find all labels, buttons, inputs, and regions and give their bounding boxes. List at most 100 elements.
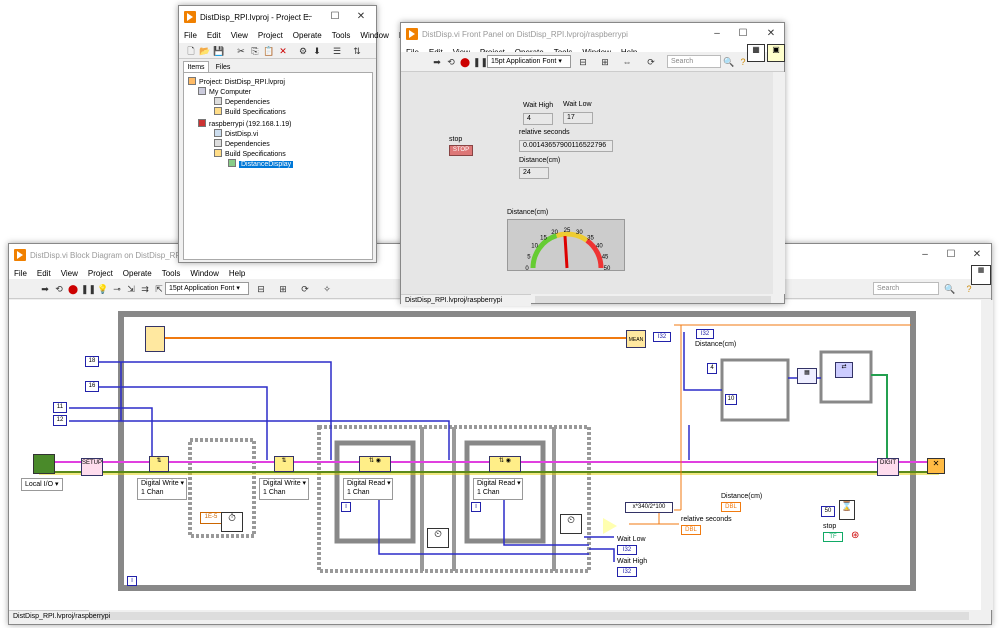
stop-button[interactable]: STOP (449, 145, 473, 156)
distance-fp-indicator[interactable]: 24 (519, 167, 549, 179)
close-button[interactable]: ✕ (963, 244, 991, 266)
stop-condition-icon[interactable]: ⊛ (851, 530, 863, 542)
const-4[interactable]: 4 (707, 363, 717, 374)
menu-tools[interactable]: Tools (157, 269, 186, 278)
step-out-icon[interactable]: ⇱ (153, 283, 165, 295)
relative-seconds-fp-indicator[interactable]: 0.00143657900116522796 (519, 140, 613, 152)
block-vscroll[interactable] (981, 300, 993, 610)
fp-abort-icon[interactable]: ⬤ (459, 56, 471, 68)
const-11[interactable]: 11 (53, 402, 67, 413)
fp-search-icon[interactable]: 🔍 (723, 56, 735, 68)
deploy-icon[interactable]: ⬇ (311, 45, 323, 57)
const-16[interactable]: 16 (85, 381, 99, 392)
menu-project[interactable]: Project (253, 31, 288, 40)
build-icon[interactable]: ⚙ (297, 45, 309, 57)
wait-high-indicator[interactable]: I32 (617, 567, 637, 577)
new-icon[interactable]: 🗋 (185, 45, 197, 57)
wait-low-indicator[interactable]: I32 (617, 545, 637, 555)
reorder-icon[interactable]: ⟳ (299, 283, 311, 295)
menu-file[interactable]: File (179, 31, 202, 40)
menu-operate[interactable]: Operate (288, 31, 327, 40)
align-icon[interactable]: ⊟ (255, 283, 267, 295)
front-maximize-button[interactable]: ☐ (729, 23, 757, 45)
front-vscroll[interactable] (773, 72, 785, 294)
mean-node[interactable]: MEAN (626, 330, 646, 348)
menu-window[interactable]: Window (355, 31, 393, 40)
close-resource-icon[interactable]: ✕ (927, 458, 945, 474)
tree-item-build-specs[interactable]: Build Specifications (214, 107, 286, 117)
fp-reorder-icon[interactable]: ⟳ (645, 56, 657, 68)
step-into-icon[interactable]: ⇲ (125, 283, 137, 295)
bundle-node[interactable] (145, 326, 165, 352)
project-close-button[interactable]: ✕ (347, 6, 375, 28)
distribute-icon[interactable]: ⊞ (277, 283, 289, 295)
tree-item-dependencies[interactable]: Dependencies (214, 97, 270, 107)
tree-item-distance-display[interactable]: DistanceDisplay (228, 159, 294, 169)
menu-window[interactable]: Window (185, 269, 223, 278)
tree-item-project[interactable]: Project: DistDisp_RPI.lvproj (188, 77, 285, 87)
menu-view[interactable]: View (56, 269, 83, 278)
digital-write-node-2[interactable]: ⇅ (274, 456, 294, 472)
wait-high-fp-indicator[interactable]: 4 (523, 113, 553, 125)
front-hscroll[interactable] (535, 296, 771, 303)
fp-pause-icon[interactable]: ❚❚ (473, 56, 488, 68)
wait-ms-icon[interactable]: ⌛ (839, 500, 855, 520)
run-continuously-icon[interactable]: ⟲ (53, 283, 65, 295)
const-50[interactable]: 50 (821, 506, 835, 517)
view-icon[interactable]: ☰ (331, 45, 343, 57)
minimize-button[interactable]: – (911, 244, 939, 266)
const-12[interactable]: 12 (53, 415, 67, 426)
menu-operate[interactable]: Operate (118, 269, 157, 278)
local-io-dropdown[interactable]: Local I/O ▾ (21, 478, 63, 491)
paste-icon[interactable]: 📋 (263, 45, 275, 57)
copy-icon[interactable]: ⎘ (249, 45, 261, 57)
maximize-button[interactable]: ☐ (937, 244, 965, 266)
save-all-icon[interactable]: 💾 (213, 45, 225, 57)
highlight-execution-icon[interactable]: 💡 (97, 283, 109, 295)
subtract-node[interactable] (603, 518, 617, 534)
project-maximize-button[interactable]: ☐ (321, 6, 349, 28)
tree-item-raspberrypi[interactable]: raspberrypi (192.168.1.19) (198, 119, 292, 129)
distance-indicator-mid[interactable]: DBL (721, 502, 741, 512)
distance-gauge[interactable]: 0 5 10 15 20 25 30 35 40 45 50 (507, 219, 625, 272)
search-input[interactable]: Search (873, 282, 939, 295)
front-close-button[interactable]: ✕ (757, 23, 785, 45)
digital-read-node-1[interactable]: ⇅ ◉ (359, 456, 391, 472)
digital-write-node-1[interactable]: ⇅ (149, 456, 169, 472)
project-minimize-button[interactable]: – (295, 6, 323, 28)
num-node[interactable]: ⇄ (835, 362, 853, 378)
digit-node[interactable]: DIGIT (877, 458, 899, 476)
relative-seconds-indicator[interactable]: DBL (681, 525, 701, 535)
search-icon[interactable]: 🔍 (944, 283, 956, 295)
wait-low-fp-indicator[interactable]: 17 (563, 112, 593, 124)
tree-item-build-specs-2[interactable]: Build Specifications (214, 149, 286, 159)
tree-item-my-computer[interactable]: My Computer (198, 87, 251, 97)
menu-tools[interactable]: Tools (327, 31, 356, 40)
fp-search-input[interactable]: Search (667, 55, 721, 68)
fp-font-dropdown[interactable]: 15pt Application Font ▾ (487, 55, 571, 68)
const-18[interactable]: 18 (85, 356, 99, 367)
tree-item-dependencies-2[interactable]: Dependencies (214, 139, 270, 149)
digital-read-dropdown-1[interactable]: Digital Read ▾ 1 Chan (343, 478, 393, 500)
digital-read-node-2[interactable]: ⇅ ◉ (489, 456, 521, 472)
cut-icon[interactable]: ✂ (235, 45, 247, 57)
fp-align-icon[interactable]: ⊟ (577, 56, 589, 68)
block-canvas[interactable]: Local I/O ▾ SETUP 18 16 11 12 ⇅ Digital … (9, 300, 981, 610)
digital-write-dropdown-1[interactable]: Digital Write ▾ 1 Chan (137, 478, 187, 500)
font-dropdown[interactable]: 15pt Application Font ▾ (165, 282, 249, 295)
open-icon[interactable]: 📂 (199, 45, 211, 57)
run-arrow-icon[interactable]: ➡ (39, 283, 51, 295)
setup-node[interactable]: SETUP (81, 458, 103, 476)
tick-count-icon-2[interactable]: ⏲ (560, 514, 582, 534)
step-over-icon[interactable]: ⇉ (139, 283, 151, 295)
wait-us-icon[interactable]: ⏱ (221, 512, 243, 532)
i32-const-top[interactable]: I32 (653, 332, 671, 342)
fp-run-icon[interactable]: ➡ (431, 56, 443, 68)
arrange-icon[interactable]: ⇅ (351, 45, 363, 57)
fp-resize-icon[interactable]: ⇔ (621, 56, 633, 68)
fp-run-continuously-icon[interactable]: ⟲ (445, 56, 457, 68)
delete-icon[interactable]: ✕ (277, 45, 289, 57)
tick-count-icon-1[interactable]: ⏲ (427, 528, 449, 548)
i32-const-top-2[interactable]: I32 (696, 329, 714, 339)
const-10[interactable]: 10 (725, 394, 737, 405)
